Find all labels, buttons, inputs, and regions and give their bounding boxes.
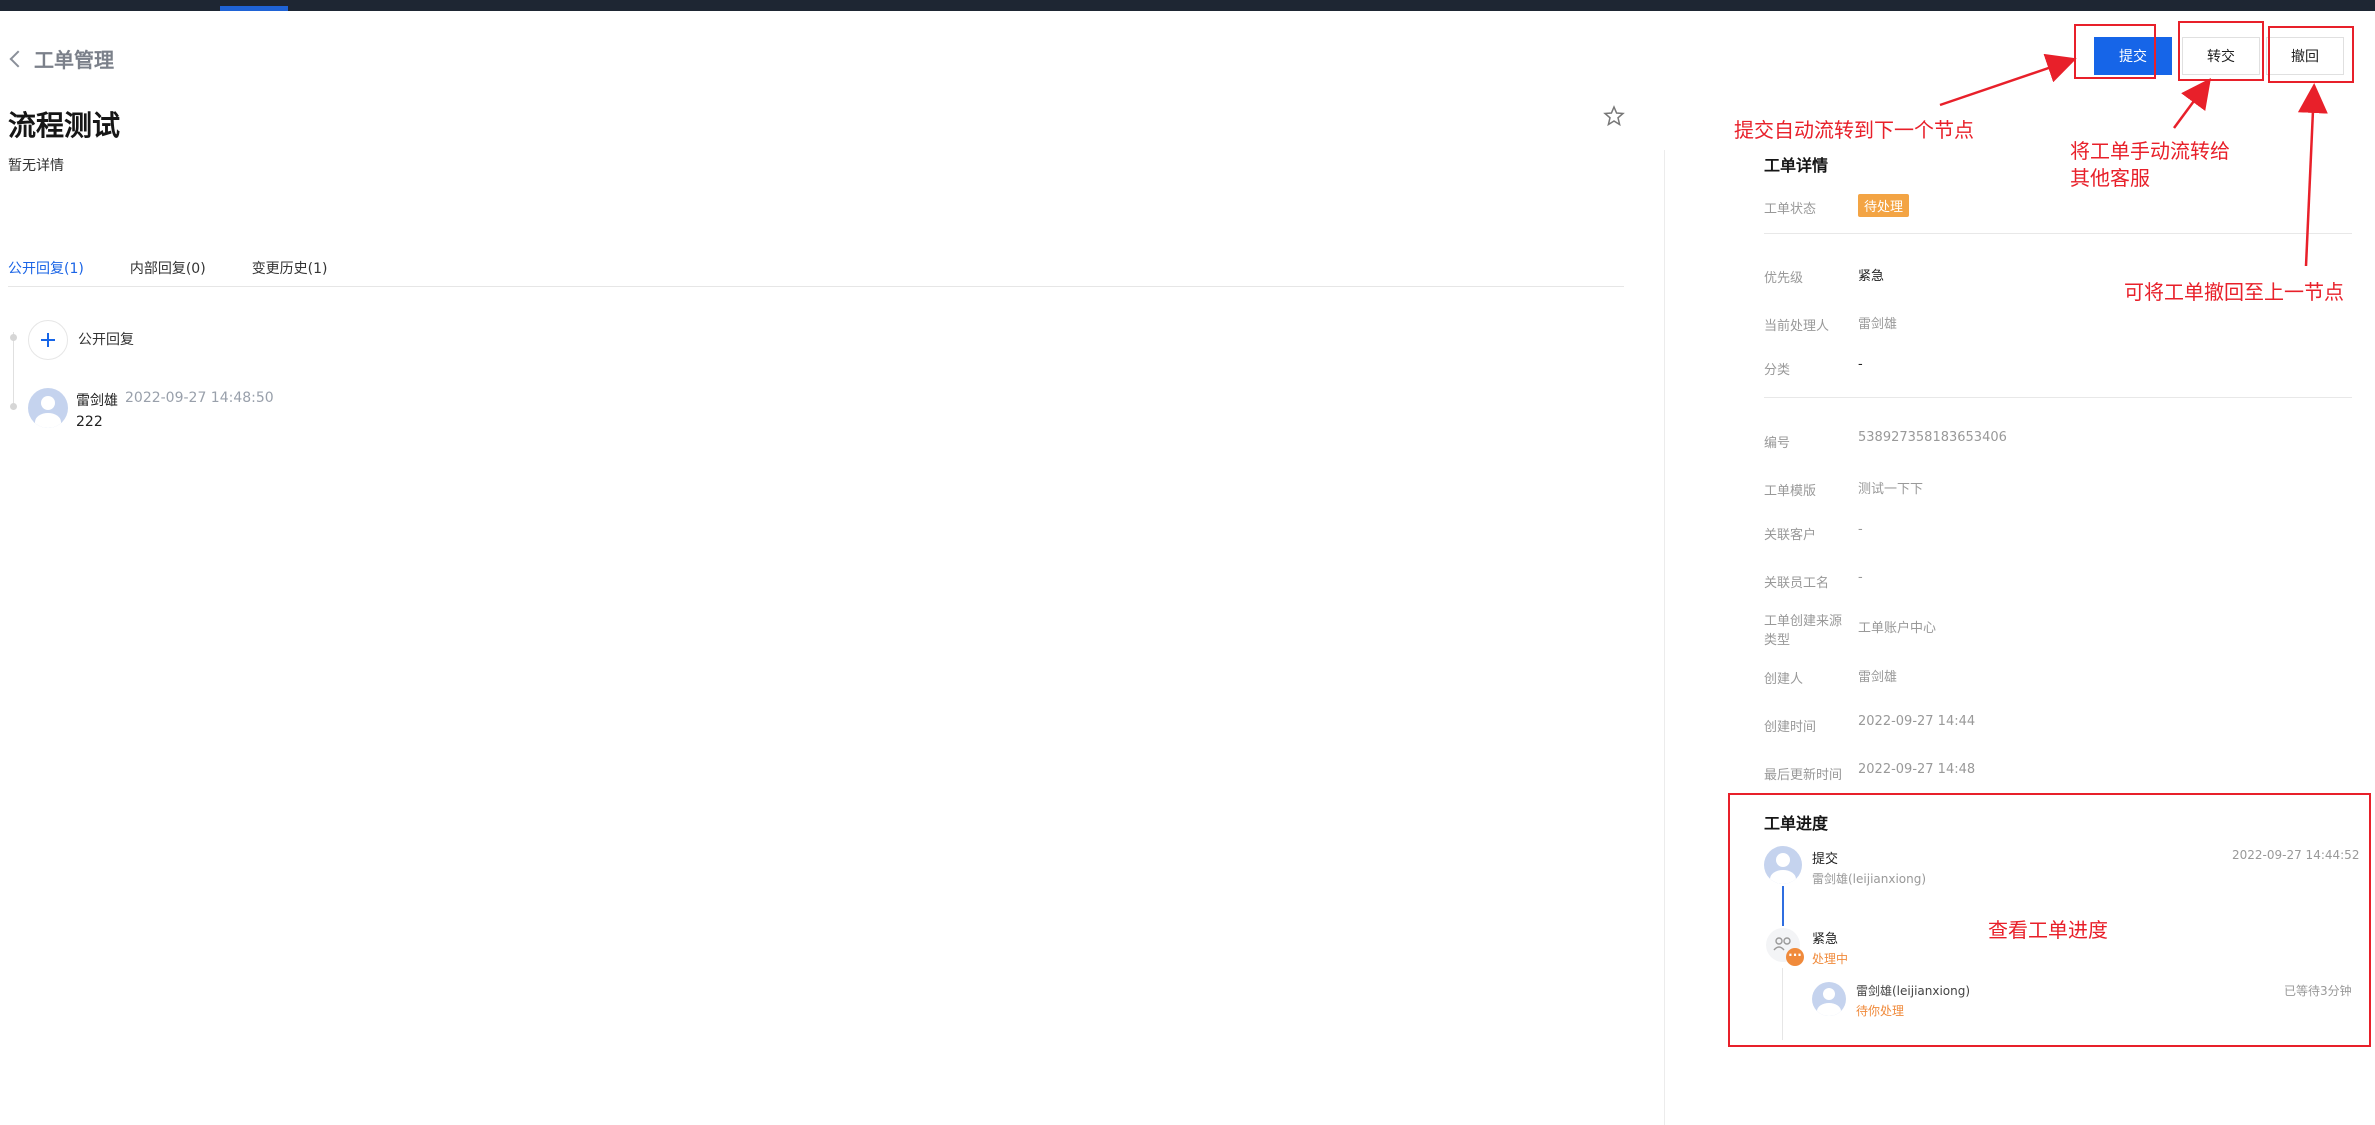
reply-tabs: 公开回复(1) 内部回复(0) 变更历史(1): [8, 258, 328, 278]
source-label: 工单创建来源类型: [1764, 614, 1843, 648]
number-value: 538927358183653406: [1858, 430, 2007, 445]
annotation-submit-note: 提交自动流转到下一个节点: [1734, 118, 1974, 142]
priority-value: 紧急: [1858, 269, 1885, 284]
category-label: 分类: [1764, 363, 1791, 378]
tabs-divider: [8, 286, 1624, 287]
employee-label: 关联员工名: [1764, 576, 1830, 591]
timeline-dot: [10, 403, 17, 410]
side-panel-divider: [1664, 150, 1665, 1125]
tab-change-history[interactable]: 变更历史(1): [252, 258, 328, 278]
reply-author: 雷剑雄: [76, 393, 118, 409]
back-link[interactable]: 工单管理: [8, 44, 114, 73]
status-label: 工单状态: [1764, 202, 1817, 217]
add-public-reply-button[interactable]: [28, 320, 68, 360]
star-icon[interactable]: [1602, 104, 1626, 128]
divider: [1764, 233, 2352, 234]
updated-time-label: 最后更新时间: [1764, 768, 1843, 783]
annotation-transfer-note-line2: 其他客服: [2070, 166, 2150, 190]
creator-label: 创建人: [1764, 672, 1804, 687]
handler-value: 雷剑雄: [1858, 317, 1898, 332]
customer-label: 关联客户: [1764, 528, 1817, 543]
tab-public-reply[interactable]: 公开回复(1): [8, 258, 84, 278]
add-public-reply-label: 公开回复: [78, 332, 134, 348]
back-label: 工单管理: [34, 48, 114, 72]
status-badge: 待处理: [1858, 194, 1910, 217]
template-value: 测试一下下: [1858, 482, 1924, 497]
ticket-description: 暂无详情: [8, 158, 64, 174]
template-label: 工单模版: [1764, 484, 1817, 499]
reply-content: 222: [76, 414, 103, 430]
source-value: 工单账户中心: [1858, 621, 1937, 636]
annotation-box-submit: [2074, 24, 2156, 79]
annotation-box-withdraw: [2268, 26, 2354, 83]
reply-time: 2022-09-27 14:48:50: [125, 390, 274, 406]
details-section-title: 工单详情: [1764, 156, 1829, 175]
timeline-dot: [10, 334, 17, 341]
plus-icon: [41, 333, 55, 347]
customer-value: -: [1858, 522, 1863, 537]
handler-label: 当前处理人: [1764, 319, 1830, 334]
created-time-label: 创建时间: [1764, 720, 1817, 735]
annotation-transfer-note-line1: 将工单手动流转给: [2070, 139, 2230, 163]
employee-value: -: [1858, 570, 1863, 585]
tab-internal-reply[interactable]: 内部回复(0): [130, 258, 206, 278]
page-title: 流程测试: [8, 109, 121, 142]
number-label: 编号: [1764, 436, 1791, 451]
updated-time-value: 2022-09-27 14:48: [1858, 762, 1976, 777]
priority-label: 优先级: [1764, 271, 1804, 286]
category-value: -: [1858, 357, 1863, 372]
creator-value: 雷剑雄: [1858, 670, 1898, 685]
reply-timeline-line: [13, 332, 14, 410]
divider: [1764, 397, 2352, 398]
chevron-left-icon: [9, 50, 27, 67]
annotation-progress-note: 查看工单进度: [1988, 918, 2108, 942]
top-navbar: [0, 0, 2375, 11]
avatar: [28, 388, 68, 428]
created-time-value: 2022-09-27 14:44: [1858, 714, 1976, 729]
annotation-withdraw-note: 可将工单撤回至上一节点: [2124, 280, 2344, 304]
annotation-box-transfer: [2178, 21, 2264, 81]
top-navbar-active-indicator: [220, 6, 288, 11]
